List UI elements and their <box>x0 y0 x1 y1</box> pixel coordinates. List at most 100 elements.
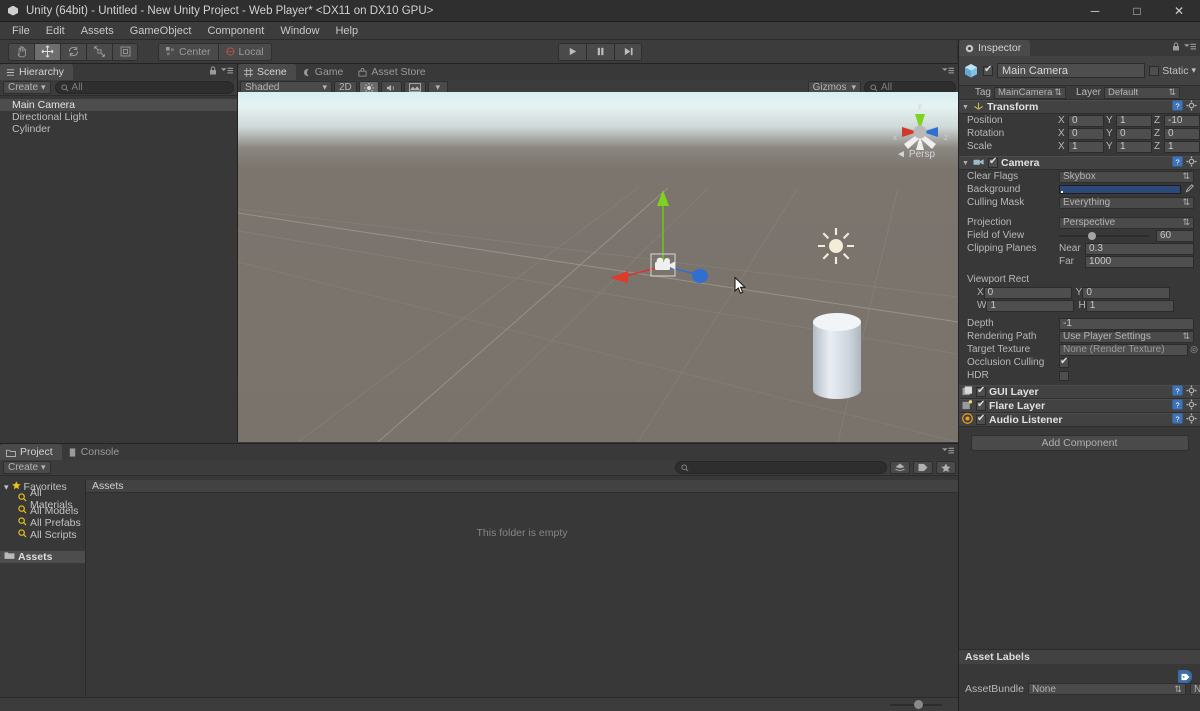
depth-input[interactable]: -1 <box>1059 317 1194 330</box>
lock-icon[interactable] <box>1172 42 1180 54</box>
component-header-camera[interactable]: ▼ Camera ? <box>959 156 1200 170</box>
clear-flags-dropdown[interactable]: Skybox ⇅ <box>1059 170 1194 183</box>
hdr-checkbox[interactable] <box>1059 370 1069 381</box>
static-toggle-group[interactable]: Static ▾ <box>1149 65 1196 77</box>
maximize-button[interactable]: □ <box>1116 0 1158 22</box>
viewport-x-input[interactable]: 0 <box>983 286 1072 299</box>
scene-viewport[interactable]: y x z ◄ Persp <box>238 92 958 442</box>
menu-item-assets[interactable]: Assets <box>73 22 122 40</box>
object-picker-icon[interactable]: ◎ <box>1188 344 1200 355</box>
gear-icon[interactable] <box>1186 385 1197 399</box>
tab-hierarchy[interactable]: Hierarchy <box>0 64 73 80</box>
rotation-mode-button[interactable]: Local <box>217 42 272 61</box>
gear-icon[interactable] <box>1186 399 1197 413</box>
filter-by-label-icon[interactable] <box>913 461 933 474</box>
move-tool-button[interactable] <box>34 42 60 61</box>
help-icon[interactable]: ? <box>1172 413 1183 427</box>
pivot-mode-button[interactable]: Center <box>158 42 218 61</box>
cylinder-object[interactable] <box>808 310 866 406</box>
near-clip-input[interactable]: 0.3 <box>1085 242 1194 255</box>
hand-tool-button[interactable] <box>8 42 34 61</box>
hierarchy-create-button[interactable]: Create ▾ <box>3 81 51 94</box>
component-header-flare-layer[interactable]: Flare Layer ? <box>959 399 1200 413</box>
asset-label-tag-icon[interactable] <box>1178 670 1192 683</box>
tab-inspector[interactable]: Inspector <box>959 40 1031 56</box>
panel-menu-icon[interactable] <box>1184 42 1196 54</box>
filter-by-type-icon[interactable] <box>890 461 910 474</box>
help-icon[interactable]: ? <box>1172 100 1183 114</box>
project-search-input[interactable] <box>675 461 887 474</box>
scale-tool-button[interactable] <box>86 42 112 61</box>
component-header-audio-listener[interactable]: Audio Listener ? <box>959 413 1200 427</box>
panel-menu-icon[interactable] <box>942 66 954 78</box>
tree-item-all-models[interactable]: All Models <box>0 505 85 517</box>
tab-scene[interactable]: Scene <box>238 64 296 80</box>
position-y-input[interactable]: 1 <box>1116 114 1152 127</box>
tab-console[interactable]: Console <box>61 444 129 460</box>
position-x-input[interactable]: 0 <box>1068 114 1104 127</box>
zoom-slider-handle[interactable] <box>914 699 923 709</box>
layer-dropdown[interactable]: Default ⇅ <box>1104 86 1180 99</box>
help-icon[interactable]: ? <box>1172 156 1183 170</box>
close-button[interactable]: ✕ <box>1158 0 1200 22</box>
play-button[interactable] <box>558 42 586 61</box>
component-header-gui-layer[interactable]: GUI Layer ? <box>959 385 1200 399</box>
far-clip-input[interactable]: 1000 <box>1085 255 1194 268</box>
menu-item-edit[interactable]: Edit <box>38 22 73 40</box>
main-camera-move-gizmo[interactable] <box>598 188 738 298</box>
fov-slider-handle[interactable] <box>1088 231 1097 240</box>
rotation-y-input[interactable]: 0 <box>1116 127 1152 140</box>
tab-asset-store[interactable]: Asset Store <box>352 64 435 80</box>
tree-item-assets[interactable]: Assets <box>0 551 85 563</box>
assetbundle-variant-dropdown[interactable]: None ⇅ <box>1189 683 1200 695</box>
eyedropper-icon[interactable] <box>1185 183 1195 196</box>
field-of-view-input[interactable]: 60 <box>1156 229 1194 242</box>
help-icon[interactable]: ? <box>1172 385 1183 399</box>
gear-icon[interactable] <box>1186 156 1197 170</box>
viewport-h-input[interactable]: 1 <box>1085 299 1174 312</box>
viewport-w-input[interactable]: 1 <box>986 299 1075 312</box>
hierarchy-search-input[interactable]: All <box>54 81 234 94</box>
menu-item-component[interactable]: Component <box>199 22 272 40</box>
field-of-view-slider[interactable] <box>1059 230 1150 242</box>
hierarchy-item-directional-light[interactable]: Directional Light <box>0 111 237 123</box>
audio-listener-enabled-checkbox[interactable] <box>976 413 986 425</box>
rotation-z-input[interactable]: 0 <box>1164 127 1200 140</box>
static-checkbox[interactable] <box>1149 65 1160 76</box>
hierarchy-item-cylinder[interactable]: Cylinder <box>0 123 237 135</box>
chevron-down-icon[interactable]: ▾ <box>1191 65 1196 76</box>
assetbundle-dropdown[interactable]: None ⇅ <box>1027 683 1186 695</box>
hierarchy-item-main-camera[interactable]: Main Camera <box>0 99 237 111</box>
tree-item-all-materials[interactable]: All Materials <box>0 487 85 511</box>
gui-layer-enabled-checkbox[interactable] <box>976 385 986 397</box>
component-header-transform[interactable]: ▼ Transform ? <box>959 100 1200 114</box>
menu-item-window[interactable]: Window <box>272 22 327 40</box>
favorite-star-icon[interactable] <box>936 461 956 474</box>
flare-layer-enabled-checkbox[interactable] <box>976 399 986 411</box>
menu-item-file[interactable]: File <box>4 22 38 40</box>
scale-y-input[interactable]: 1 <box>1116 140 1152 153</box>
rendering-path-dropdown[interactable]: Use Player Settings ⇅ <box>1059 330 1194 343</box>
triangle-down-icon[interactable]: ▼ <box>962 160 970 167</box>
project-zoom-slider[interactable] <box>890 699 942 711</box>
occlusion-culling-checkbox[interactable] <box>1059 356 1069 368</box>
lock-icon[interactable] <box>209 66 217 78</box>
gear-icon[interactable] <box>1186 413 1197 427</box>
culling-mask-dropdown[interactable]: Everything ⇅ <box>1059 196 1194 209</box>
directional-light-gizmo-icon[interactable] <box>816 226 856 266</box>
scale-x-input[interactable]: 1 <box>1068 140 1104 153</box>
menu-item-gameobject[interactable]: GameObject <box>122 22 200 40</box>
scale-z-input[interactable]: 1 <box>1164 140 1200 153</box>
add-component-button[interactable]: Add Component <box>970 435 1189 451</box>
project-create-button[interactable]: Create ▾ <box>3 461 51 474</box>
camera-enabled-checkbox[interactable] <box>988 156 998 168</box>
pause-button[interactable] <box>586 42 614 61</box>
rect-tool-button[interactable] <box>112 42 138 61</box>
project-contents[interactable]: Assets This folder is empty <box>86 480 958 697</box>
background-color-swatch[interactable] <box>1059 185 1181 194</box>
help-icon[interactable]: ? <box>1172 399 1183 413</box>
triangle-down-icon[interactable]: ▼ <box>962 104 970 111</box>
gear-icon[interactable] <box>1186 100 1197 114</box>
rotate-tool-button[interactable] <box>60 42 86 61</box>
menu-item-help[interactable]: Help <box>327 22 366 40</box>
